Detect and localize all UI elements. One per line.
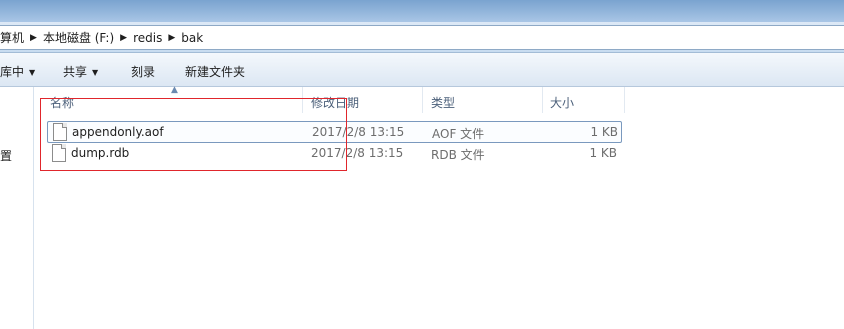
column-type-header[interactable]: 类型 — [431, 94, 455, 111]
chevron-right-icon[interactable]: ▶ — [168, 33, 175, 43]
file-size: 1 KB — [589, 146, 617, 160]
caret-down-icon: ▼ — [92, 68, 99, 77]
chevron-right-icon[interactable]: ▶ — [30, 33, 37, 43]
share-button[interactable]: 共享 ▼ — [63, 63, 98, 80]
column-divider[interactable] — [542, 87, 543, 113]
breadcrumb[interactable]: 算机 ▶ 本地磁盘 (F:) ▶ redis ▶ bak — [0, 25, 844, 50]
command-bar: 库中 ▼ 共享 ▼ 刻录 新建文件夹 — [0, 53, 844, 87]
breadcrumb-bak[interactable]: bak — [181, 31, 203, 45]
file-size: 1 KB — [590, 125, 618, 139]
column-size-header[interactable]: 大小 — [550, 94, 574, 111]
column-divider[interactable] — [624, 87, 625, 113]
new-folder-button[interactable]: 新建文件夹 — [185, 63, 245, 80]
include-in-library-button[interactable]: 库中 ▼ — [0, 63, 35, 80]
breadcrumb-computer[interactable]: 算机 — [0, 29, 24, 46]
caret-down-icon: ▼ — [29, 68, 36, 77]
chevron-right-icon[interactable]: ▶ — [120, 33, 127, 43]
file-type: AOF 文件 — [432, 127, 485, 141]
file-type: RDB 文件 — [431, 148, 485, 162]
sort-up-icon: ▲ — [171, 85, 178, 95]
window-title-bar — [0, 0, 844, 22]
burn-button[interactable]: 刻录 — [131, 63, 155, 80]
navigation-pane[interactable]: 置 — [0, 87, 34, 329]
nav-item-label[interactable]: 置 — [0, 147, 12, 164]
share-label: 共享 — [63, 65, 88, 79]
include-in-library-label: 库中 — [0, 65, 25, 79]
breadcrumb-drive-f[interactable]: 本地磁盘 (F:) — [43, 29, 114, 46]
column-divider[interactable] — [422, 87, 423, 113]
annotation-highlight-box — [40, 98, 347, 171]
breadcrumb-redis[interactable]: redis — [133, 31, 162, 45]
address-bar: 算机 ▶ 本地磁盘 (F:) ▶ redis ▶ bak — [0, 22, 844, 53]
